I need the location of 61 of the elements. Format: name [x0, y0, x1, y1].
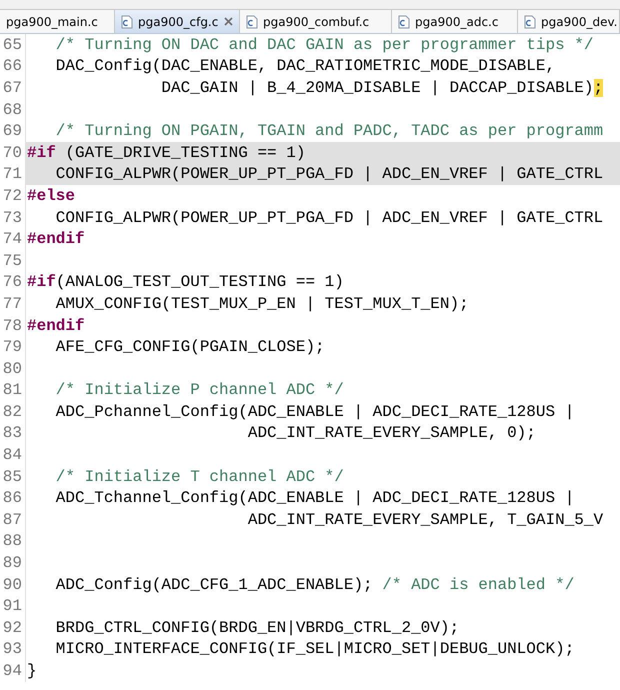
editor-tab[interactable]: pga900_cfg.c [115, 10, 240, 33]
code-text: BRDG_CTRL_CONFIG(BRDG_EN|VBRDG_CTRL_2_0V); [54, 618, 460, 637]
line-number: 87 [0, 509, 26, 531]
code-text: CONFIG_ALPWR(POWER_UP_PT_PGA_FD | ADC_EN_VREF | GATE_CTRL [54, 208, 604, 227]
code-comment: /* Turning ON DAC and DAC GAIN as per programmer tips */ [54, 36, 594, 54]
preprocessor-directive: #endif [27, 316, 85, 335]
line-number: 77 [0, 293, 26, 315]
line-number: 75 [0, 250, 26, 272]
preprocessor-directive: #endif [27, 230, 85, 248]
line-number: 73 [0, 206, 26, 228]
file-icon [398, 14, 410, 28]
code-text: ADC_Tchannel_Config(ADC_ENABLE | ADC_DECI_RATE_128US | [54, 489, 574, 508]
line-number: 92 [0, 617, 26, 639]
line-number: 79 [0, 336, 26, 358]
line-number: 72 [0, 185, 26, 207]
line-number: 89 [0, 552, 26, 574]
code-text: } [27, 662, 37, 680]
code-text: CONFIG_ALPWR(POWER_UP_PT_PGA_FD | ADC_EN_VREF | GATE_CTRL [54, 165, 604, 184]
file-icon [121, 14, 133, 28]
code-comment: /* ADC is enabled */ [382, 576, 574, 594]
line-number: 69 [0, 120, 26, 142]
preprocessor-directive: #else [27, 186, 76, 205]
code-text: DAC_Config(DAC_ENABLE, DAC_RATIOMETRIC_MODE_DISABLE, [54, 57, 556, 76]
code-text: DAC_GAIN | B_4_20MA_DISABLE | DACCAP_DISABLE) [160, 78, 594, 97]
line-number: 88 [0, 530, 26, 552]
line-number: 67 [0, 77, 26, 99]
code-comment: /* Initialize P channel ADC */ [54, 381, 344, 400]
code-comment: /* Initialize T channel ADC */ [54, 468, 344, 486]
line-number: 84 [0, 444, 26, 466]
line-number: 76 [0, 272, 26, 294]
line-number: 93 [0, 638, 26, 660]
line-number: 90 [0, 574, 26, 596]
preprocessor-directive: #if [27, 273, 56, 292]
line-number: 80 [0, 358, 26, 380]
bracket-match: ; [594, 78, 604, 97]
file-icon [246, 14, 258, 28]
line-number: 68 [0, 98, 26, 120]
code-text: (GATE_DRIVE_TESTING == 1) [64, 144, 306, 162]
code-comment: /* Turning ON PGAIN, TGAIN and PADC, TADC as per programm [54, 122, 604, 140]
code-text: (ANALOG_TEST_OUT_TESTING == 1) [56, 273, 344, 292]
code-text: ADC_INT_RATE_EVERY_SAMPLE, T_GAIN_5_V [246, 510, 604, 529]
line-number: 65 [0, 34, 26, 56]
preprocessor-directive: #if [27, 144, 56, 162]
code-text: MICRO_INTERFACE_CONFIG(IF_SEL|MICRO_SET|DEBUG_UNLOCK); [54, 640, 574, 658]
line-number: 94 [0, 660, 26, 682]
code-text: ADC_Config(ADC_CFG_1_ADC_ENABLE); [54, 576, 374, 594]
line-number: 82 [0, 401, 26, 423]
code-text: AMUX_CONFIG(TEST_MUX_P_EN | TEST_MUX_T_EN); [54, 294, 469, 313]
line-number: 66 [0, 56, 26, 78]
code-text: AFE_CFG_CONFIG(PGAIN_CLOSE); [54, 338, 325, 356]
code-text: ADC_Pchannel_Config(ADC_ENABLE | ADC_DECI_RATE_128US | [54, 402, 574, 421]
file-icon [524, 14, 536, 28]
line-number: 74 [0, 228, 26, 250]
line-number: 83 [0, 422, 26, 444]
line-number: 85 [0, 466, 26, 488]
line-number: 86 [0, 487, 26, 510]
code-text: ADC_INT_RATE_EVERY_SAMPLE, 0); [246, 424, 536, 442]
line-number: 91 [0, 595, 26, 618]
close-icon[interactable] [223, 16, 234, 27]
line-number: 81 [0, 380, 26, 402]
line-number: 78 [0, 314, 26, 336]
